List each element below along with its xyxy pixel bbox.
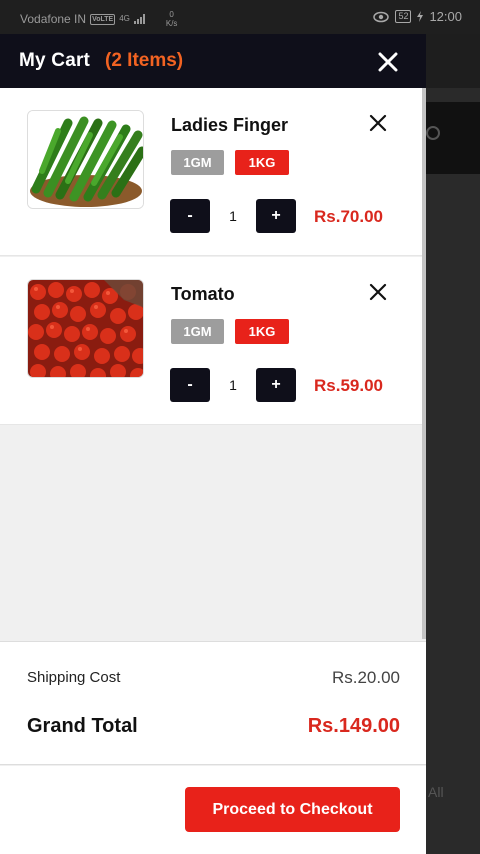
- cart-item-count: (2 Items): [105, 50, 184, 71]
- status-right: 52 12:00: [373, 9, 462, 24]
- cart-footer: Proceed to Checkout: [0, 766, 426, 854]
- item-price: Rs.70.00: [314, 207, 383, 226]
- background-search-bar: [426, 102, 480, 174]
- close-icon[interactable]: [376, 50, 400, 74]
- eye-icon: [373, 11, 390, 22]
- background-all-link: All: [428, 784, 444, 800]
- status-left: Vodafone IN VoLTE 4G 0 K/s: [20, 10, 177, 28]
- signal-icon: [133, 14, 145, 24]
- remove-item-icon[interactable]: [368, 113, 388, 133]
- variant-chip-1gm[interactable]: 1GM: [171, 150, 224, 175]
- proceed-to-checkout-button[interactable]: Proceed to Checkout: [185, 787, 400, 832]
- cart-drawer: My Cart (2 Items) Ladies Finger 1GM 1KG …: [0, 34, 426, 854]
- cart-item: Ladies Finger 1GM 1KG - 1 + Rs.70.00: [0, 88, 422, 256]
- shipping-cost-label: Shipping Cost: [27, 669, 121, 686]
- cart-header: My Cart (2 Items): [0, 34, 426, 88]
- cart-title: My Cart: [19, 50, 91, 71]
- item-price: Rs.59.00: [314, 376, 383, 395]
- quantity-value: 1: [229, 377, 237, 393]
- background-app: All: [426, 34, 480, 854]
- charging-icon: [417, 11, 424, 22]
- variant-chip-1kg[interactable]: 1KG: [235, 150, 289, 175]
- grand-total-label: Grand Total: [27, 715, 138, 737]
- order-summary: Shipping Cost Rs.20.00 Grand Total Rs.14…: [0, 641, 426, 765]
- speed-unit: K/s: [165, 19, 178, 28]
- quantity-value: 1: [229, 208, 237, 224]
- variant-chip-1gm[interactable]: 1GM: [171, 319, 224, 344]
- clock: 12:00: [429, 9, 462, 24]
- variant-chip-1kg[interactable]: 1KG: [235, 319, 289, 344]
- decrement-button[interactable]: -: [170, 199, 210, 233]
- search-icon: [426, 126, 440, 140]
- decrement-button[interactable]: -: [170, 368, 210, 402]
- scrollbar[interactable]: [422, 88, 426, 639]
- battery-indicator: 52: [395, 10, 412, 23]
- shipping-cost-value: Rs.20.00: [331, 668, 400, 687]
- item-name: Ladies Finger: [171, 115, 289, 135]
- status-bar: Vodafone IN VoLTE 4G 0 K/s 52 12:00: [0, 0, 480, 34]
- network-type: 4G: [119, 14, 130, 23]
- volte-badge: VoLTE: [90, 13, 116, 25]
- cart-item: Tomato 1GM 1KG - 1 + Rs.59.00: [0, 257, 422, 425]
- increment-button[interactable]: +: [256, 368, 296, 402]
- background-header: [426, 34, 480, 88]
- okra-product-image: [27, 110, 144, 209]
- network-speed: 0 K/s: [166, 10, 178, 28]
- carrier-name: Vodafone IN: [20, 12, 87, 26]
- remove-item-icon[interactable]: [368, 282, 388, 302]
- item-name: Tomato: [171, 284, 235, 304]
- increment-button[interactable]: +: [256, 199, 296, 233]
- tomato-product-image: [27, 279, 144, 378]
- speed-value: 0: [169, 10, 174, 19]
- grand-total-value: Rs.149.00: [307, 715, 400, 737]
